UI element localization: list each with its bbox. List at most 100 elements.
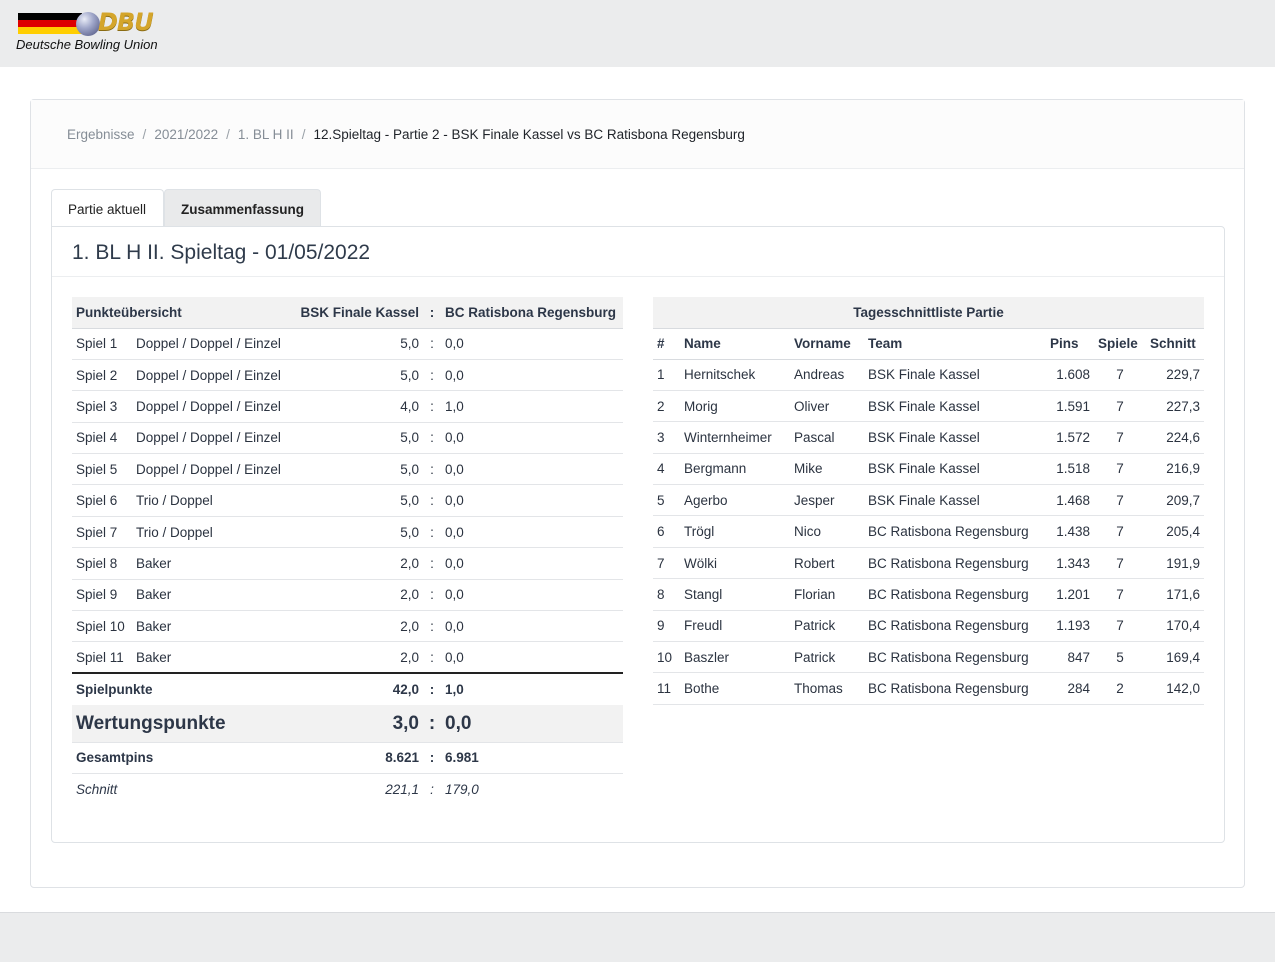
average-caption: Tagesschnittliste Partie (653, 297, 1204, 329)
player-rank: 7 (653, 547, 680, 580)
spiel-points-b: 0,0 (441, 516, 623, 549)
player-name: Winternheimer (680, 421, 790, 454)
breadcrumb-active: 12.Spieltag - Partie 2 - BSK Finale Kass… (313, 127, 745, 142)
breadcrumb-separator: / (301, 127, 306, 142)
table-row: 6 Trögl Nico BC Ratisbona Regensburg 1.438 7 2… (653, 515, 1204, 548)
table-row: 5 Agerbo Jesper BSK Finale Kassel 1.468 7 209,… (653, 484, 1204, 517)
colon: : (423, 742, 441, 774)
colon: : (423, 579, 441, 612)
table-row: 2 Morig Oliver BSK Finale Kassel 1.591 7 227,3 (653, 390, 1204, 423)
player-name: Agerbo (680, 484, 790, 517)
table-row: Spiel 2 Doppel / Doppel / Einzel 5,0:0,0 (72, 359, 623, 392)
spiel-mode: Trio / Doppel (132, 484, 292, 517)
table-row: Spiel 8 Baker 2,0:0,0 (72, 547, 623, 580)
player-team: BC Ratisbona Regensburg (864, 578, 1046, 611)
table-row: Spiel 10 Baker 2,0:0,0 (72, 610, 623, 643)
player-schnitt: 171,6 (1146, 578, 1204, 611)
spiel-points-a: 2,0 (292, 641, 423, 675)
spielpunkte-row: Spielpunkte 42,0 : 1,0 (72, 673, 623, 705)
table-row: Spiel 1 Doppel / Doppel / Einzel 5,0:0,0 (72, 328, 623, 360)
player-pins: 1.591 (1046, 390, 1094, 423)
breadcrumb-item-league[interactable]: 1. BL H II (238, 127, 294, 142)
spielpunkte-a: 42,0 (392, 682, 419, 698)
spiel-points-b: 0,0 (441, 484, 623, 517)
tab-partie-aktuell[interactable]: Partie aktuell (51, 189, 164, 227)
german-flag-icon (18, 13, 82, 34)
table-row: Spiel 6 Trio / Doppel 5,0:0,0 (72, 484, 623, 517)
points-table: Punkteübersicht BSK Finale Kassel : BC R… (72, 297, 623, 804)
breadcrumb-item-ergebnisse[interactable]: Ergebnisse (67, 127, 135, 142)
player-vorname: Oliver (790, 390, 864, 423)
player-pins: 284 (1046, 672, 1094, 705)
player-rank: 5 (653, 484, 680, 517)
table-row: Spiel 3 Doppel / Doppel / Einzel 4,0:1,0 (72, 390, 623, 423)
average-body: 1 Hernitschek Andreas BSK Finale Kassel 1.60… (653, 359, 1204, 705)
spiel-points-b: 0,0 (441, 641, 623, 675)
player-schnitt: 224,6 (1146, 421, 1204, 454)
player-spiele: 7 (1094, 610, 1146, 643)
spiel-points-a: 5,0 (292, 359, 423, 392)
col-header-pins: Pins (1046, 328, 1094, 360)
colon: : (423, 705, 441, 743)
spiel-mode: Baker (132, 579, 292, 612)
spiel-points-a: 5,0 (292, 516, 423, 549)
player-spiele: 2 (1094, 672, 1146, 705)
player-rank: 4 (653, 453, 680, 486)
spiel-points-b: 0,0 (441, 359, 623, 392)
player-pins: 847 (1046, 641, 1094, 674)
colon: : (423, 328, 441, 360)
col-header-schnitt: Schnitt (1146, 328, 1204, 360)
table-row: 10 Baszler Patrick BC Ratisbona Regensburg 8… (653, 641, 1204, 674)
colon: : (423, 547, 441, 580)
gesamtpins-label: Gesamtpins (72, 742, 292, 774)
dbu-logo[interactable]: DBU Deutsche Bowling Union (16, 8, 168, 54)
colon: : (423, 359, 441, 392)
player-spiele: 5 (1094, 641, 1146, 674)
breadcrumb-separator: / (226, 127, 230, 142)
player-schnitt: 227,3 (1146, 390, 1204, 423)
points-header-row: Punkteübersicht BSK Finale Kassel : BC R… (72, 297, 623, 329)
table-row: Spiel 5 Doppel / Doppel / Einzel 5,0:0,0 (72, 453, 623, 486)
panel-title: 1. BL H II. Spieltag - 01/05/2022 (52, 227, 1224, 277)
tab-zusammenfassung[interactable]: Zusammenfassung (164, 189, 321, 227)
player-spiele: 7 (1094, 359, 1146, 391)
spiel-label: Spiel 6 (72, 484, 132, 517)
player-name: Freudl (680, 610, 790, 643)
col-header-name: Name (680, 328, 790, 360)
player-schnitt: 170,4 (1146, 610, 1204, 643)
schnitt-row: Schnitt 221,1 : 179,0 (72, 773, 623, 804)
spiel-label: Spiel 7 (72, 516, 132, 549)
breadcrumb-separator: / (142, 127, 147, 142)
spiel-points-b: 0,0 (441, 422, 623, 455)
points-body: Spiel 1 Doppel / Doppel / Einzel 5,0:0,0 Sp… (72, 328, 623, 675)
player-vorname: Andreas (790, 359, 864, 391)
schnitt-a: 221,1 (385, 781, 419, 797)
average-header-row: # Name Vorname Team Pins Spiele Schnitt (653, 328, 1204, 360)
colon: : (423, 610, 441, 643)
spiel-mode: Doppel / Doppel / Einzel (132, 422, 292, 455)
table-row: 1 Hernitschek Andreas BSK Finale Kassel 1.60… (653, 359, 1204, 391)
player-schnitt: 169,4 (1146, 641, 1204, 674)
wertungspunkte-label: Wertungspunkte (72, 705, 292, 743)
player-spiele: 7 (1094, 578, 1146, 611)
average-caption-row: Tagesschnittliste Partie (653, 297, 1204, 329)
player-name: Morig (680, 390, 790, 423)
colon: : (423, 422, 441, 455)
spiel-mode: Trio / Doppel (132, 516, 292, 549)
player-vorname: Jesper (790, 484, 864, 517)
schnitt-label: Schnitt (76, 781, 118, 797)
player-vorname: Nico (790, 515, 864, 548)
table-row: Spiel 11 Baker 2,0:0,0 (72, 641, 623, 675)
summary-panel: 1. BL H II. Spieltag - 01/05/2022 Punkte… (51, 226, 1225, 843)
gesamtpins-b: 6.981 (441, 742, 623, 774)
player-spiele: 7 (1094, 421, 1146, 454)
spielpunkte-label: Spielpunkte (76, 682, 153, 698)
player-name: Bothe (680, 672, 790, 705)
page-content: Ergebnisse / 2021/2022 / 1. BL H II / 12.Spiel… (0, 67, 1275, 912)
spiel-points-a: 5,0 (292, 453, 423, 486)
breadcrumb-item-season[interactable]: 2021/2022 (154, 127, 218, 142)
spiel-mode: Baker (132, 547, 292, 580)
player-schnitt: 216,9 (1146, 453, 1204, 486)
spiel-mode: Baker (132, 641, 292, 675)
spiel-mode: Doppel / Doppel / Einzel (132, 453, 292, 486)
